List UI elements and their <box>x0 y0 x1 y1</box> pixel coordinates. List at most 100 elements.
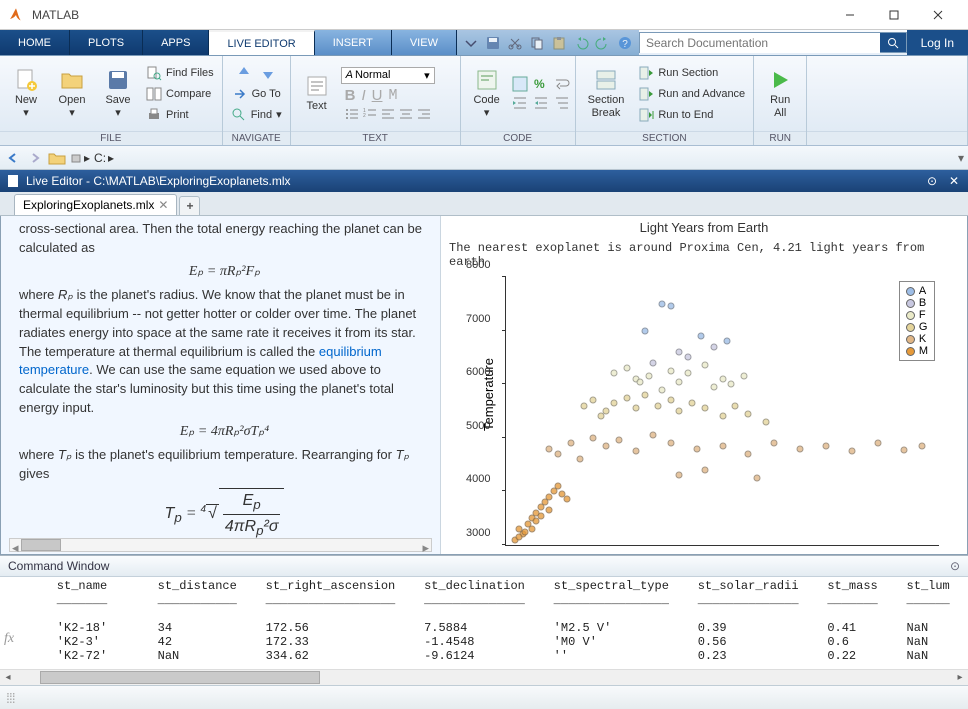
numlist-button[interactable]: 12 <box>363 107 377 121</box>
equation-2: Eₚ = 4πRₚ²σTₚ⁴ <box>19 422 430 442</box>
align-center-button[interactable] <box>399 107 413 121</box>
back-button[interactable] <box>4 149 22 167</box>
live-editor-body: cross-sectional area. Then the total ene… <box>0 216 968 555</box>
svg-text:?: ? <box>622 39 628 50</box>
copy-icon[interactable] <box>529 35 545 51</box>
text-style-dropdown[interactable]: ANormal▾ <box>341 67 435 84</box>
indent-right-icon[interactable] <box>511 94 529 112</box>
tab-plots[interactable]: PLOTS <box>70 30 143 55</box>
open-button[interactable]: Open▾ <box>50 66 94 120</box>
help-icon[interactable]: ? <box>617 35 633 51</box>
live-editor-title: Live Editor - C:\MATLAB\ExploringExoplan… <box>26 174 291 188</box>
align-left-button[interactable] <box>381 107 395 121</box>
run-to-end-button[interactable]: Run to End <box>634 105 749 125</box>
output-pane: Light Years from Earth The nearest exopl… <box>441 216 967 554</box>
undo-icon[interactable] <box>573 35 589 51</box>
plot-legend: ABFGKM <box>899 281 935 361</box>
toolstrip-section: Section Break Run Section Run and Advanc… <box>576 56 755 145</box>
wrap-icon[interactable] <box>553 75 571 93</box>
command-window-title: Command Window ⊙ <box>0 555 968 577</box>
run-section-button[interactable]: Run Section <box>634 63 749 83</box>
close-tab-icon[interactable]: ✕ <box>158 198 168 212</box>
toolstrip-code: Code▾ % CODE <box>461 56 576 145</box>
save-button[interactable]: Save▾ <box>96 66 140 120</box>
align-right-button[interactable] <box>417 107 431 121</box>
close-panel-icon[interactable]: ✕ <box>946 173 962 189</box>
addr-dropdown-icon[interactable]: ▾ <box>958 151 964 165</box>
goto-button[interactable]: Go To <box>228 84 285 104</box>
equation-1: Eₚ = πRₚ²Fₚ <box>19 262 430 282</box>
browse-folder-icon[interactable] <box>48 150 66 166</box>
file-tabstrip: ExploringExoplanets.mlx ✕ + <box>0 192 968 216</box>
statusbar: ⁞⁞⁞ <box>0 685 968 709</box>
redo-icon[interactable] <box>595 35 611 51</box>
search-input[interactable] <box>640 33 880 53</box>
nav-up-icon[interactable] <box>234 63 254 83</box>
run-all-button[interactable]: Run All <box>758 66 802 120</box>
underline-button[interactable]: U <box>372 87 383 104</box>
paste-icon[interactable] <box>551 35 567 51</box>
document-pane[interactable]: cross-sectional area. Then the total ene… <box>1 216 441 554</box>
toolstrip: New▾ Open▾ Save▾ Find Files Compare Prin… <box>0 56 968 146</box>
toolstrip-text: Text ANormal▾ B I U M 12 TEXT <box>291 56 461 145</box>
mono-button[interactable]: M <box>388 87 397 104</box>
scatter-plot: Temperature ABFGKM 300040005000600070008… <box>505 277 939 546</box>
italic-button[interactable]: I <box>361 87 365 104</box>
quick-access-toolbar: ? <box>457 30 639 55</box>
close-button[interactable] <box>916 1 960 29</box>
indent-left-icon[interactable] <box>532 94 550 112</box>
tab-apps[interactable]: APPS <box>143 30 209 55</box>
equation-3: Tp = 4√Ep4πRp²σ <box>19 488 430 541</box>
new-button[interactable]: New▾ <box>4 66 48 120</box>
tab-view[interactable]: VIEW <box>392 30 457 55</box>
desktop-tabstrip: HOME PLOTS APPS LIVE EDITOR INSERT VIEW … <box>0 30 968 56</box>
matlab-logo-icon <box>8 7 24 23</box>
cut-icon[interactable] <box>507 35 523 51</box>
toolstrip-file: New▾ Open▾ Save▾ Find Files Compare Prin… <box>0 56 223 145</box>
search-documentation[interactable] <box>639 32 907 53</box>
smart-indent-icon[interactable] <box>553 94 571 112</box>
titlebar: MATLAB <box>0 0 968 30</box>
run-advance-button[interactable]: Run and Advance <box>634 84 749 104</box>
login-button[interactable]: Log In <box>907 30 968 55</box>
maximize-button[interactable] <box>872 1 916 29</box>
bold-button[interactable]: B <box>345 87 356 104</box>
forward-button[interactable] <box>26 149 44 167</box>
dock-dropdown-icon[interactable]: ⊙ <box>924 173 940 189</box>
svg-text:%: % <box>534 77 545 91</box>
path-root[interactable]: ▸ <box>70 151 90 165</box>
nav-down-icon[interactable] <box>258 63 278 83</box>
add-tab-button[interactable]: + <box>179 196 200 215</box>
command-scrollbar[interactable]: ◂▸ <box>0 669 968 685</box>
save-icon[interactable] <box>485 35 501 51</box>
compare-button[interactable]: Compare <box>142 84 218 104</box>
live-editor-titlebar: Live Editor - C:\MATLAB\ExploringExoplan… <box>0 170 968 192</box>
text-button[interactable]: Text <box>295 72 339 114</box>
svg-text:2: 2 <box>363 113 366 119</box>
minimize-button[interactable] <box>828 1 872 29</box>
output-message: The nearest exoplanet is around Proxima … <box>449 241 959 269</box>
cmd-dropdown-icon[interactable]: ⊙ <box>950 559 960 573</box>
document-icon <box>6 174 20 188</box>
tab-insert[interactable]: INSERT <box>315 30 392 55</box>
code-button[interactable]: Code▾ <box>465 66 509 120</box>
file-tab[interactable]: ExploringExoplanets.mlx ✕ <box>14 194 177 215</box>
qat-dropdown-icon[interactable] <box>463 35 479 51</box>
statusbar-grip-icon: ⁞⁞⁞ <box>6 690 15 706</box>
section-break-button[interactable]: Section Break <box>580 66 633 120</box>
find-files-button[interactable]: Find Files <box>142 63 218 83</box>
address-bar: ▸ C: ▸ ▾ <box>0 146 968 170</box>
doc-scrollbar[interactable]: ◂▸ <box>9 538 432 552</box>
tab-live-editor[interactable]: LIVE EDITOR <box>209 30 314 55</box>
search-button[interactable] <box>880 33 906 52</box>
command-window[interactable]: st_name st_distance st_right_ascension s… <box>0 577 968 669</box>
tab-home[interactable]: HOME <box>0 30 70 55</box>
refactor-icon[interactable] <box>511 75 529 93</box>
path-drive[interactable]: C: ▸ <box>94 151 114 165</box>
print-button[interactable]: Print <box>142 105 218 125</box>
comment-icon[interactable]: % <box>532 75 550 93</box>
list-button[interactable] <box>345 107 359 121</box>
toolstrip-navigate: Go To Find ▾ NAVIGATE <box>223 56 291 145</box>
window-title: MATLAB <box>32 8 828 22</box>
find-button[interactable]: Find ▾ <box>227 105 286 125</box>
